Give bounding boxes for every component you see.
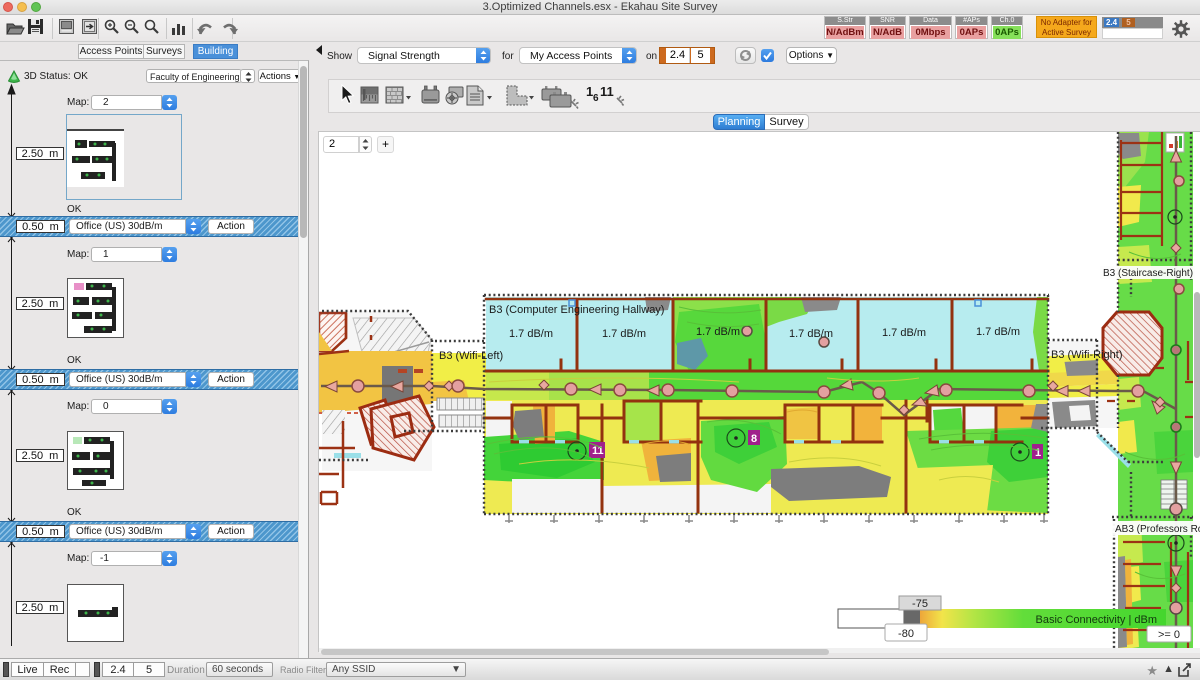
svg-text:1.7 dB/m: 1.7 dB/m — [602, 328, 646, 340]
svg-text:AB3 (Professors Ro: AB3 (Professors Ro — [1115, 524, 1200, 535]
svg-text:1.7 dB/m: 1.7 dB/m — [882, 327, 926, 339]
svg-text:B3 (Computer Engineering Hallw: B3 (Computer Engineering Hallway) — [489, 304, 664, 316]
svg-text:B3 (Wifi-Left): B3 (Wifi-Left) — [439, 350, 503, 362]
svg-text:>= 0: >= 0 — [1158, 629, 1180, 641]
svg-text:6: 6 — [593, 93, 599, 104]
svg-text:11: 11 — [600, 84, 614, 99]
svg-text:1.7 dB/m: 1.7 dB/m — [976, 326, 1020, 338]
svg-text:1: 1 — [1035, 447, 1041, 459]
svg-text:B3 (Staircase-Right): B3 (Staircase-Right) — [1103, 268, 1193, 279]
svg-text:Basic Connectivity | dBm: Basic Connectivity | dBm — [1036, 614, 1157, 626]
svg-text:11: 11 — [592, 445, 604, 457]
svg-text:-80: -80 — [898, 628, 914, 640]
svg-text:B3 (Wifi-Right): B3 (Wifi-Right) — [1051, 349, 1123, 361]
svg-text:1.7 dB/m: 1.7 dB/m — [509, 328, 553, 340]
svg-text:-75: -75 — [912, 598, 928, 610]
svg-text:8: 8 — [751, 433, 757, 445]
svg-text:1.7 dB/m: 1.7 dB/m — [696, 326, 740, 338]
svg-text:1.7 dB/m: 1.7 dB/m — [789, 328, 833, 340]
